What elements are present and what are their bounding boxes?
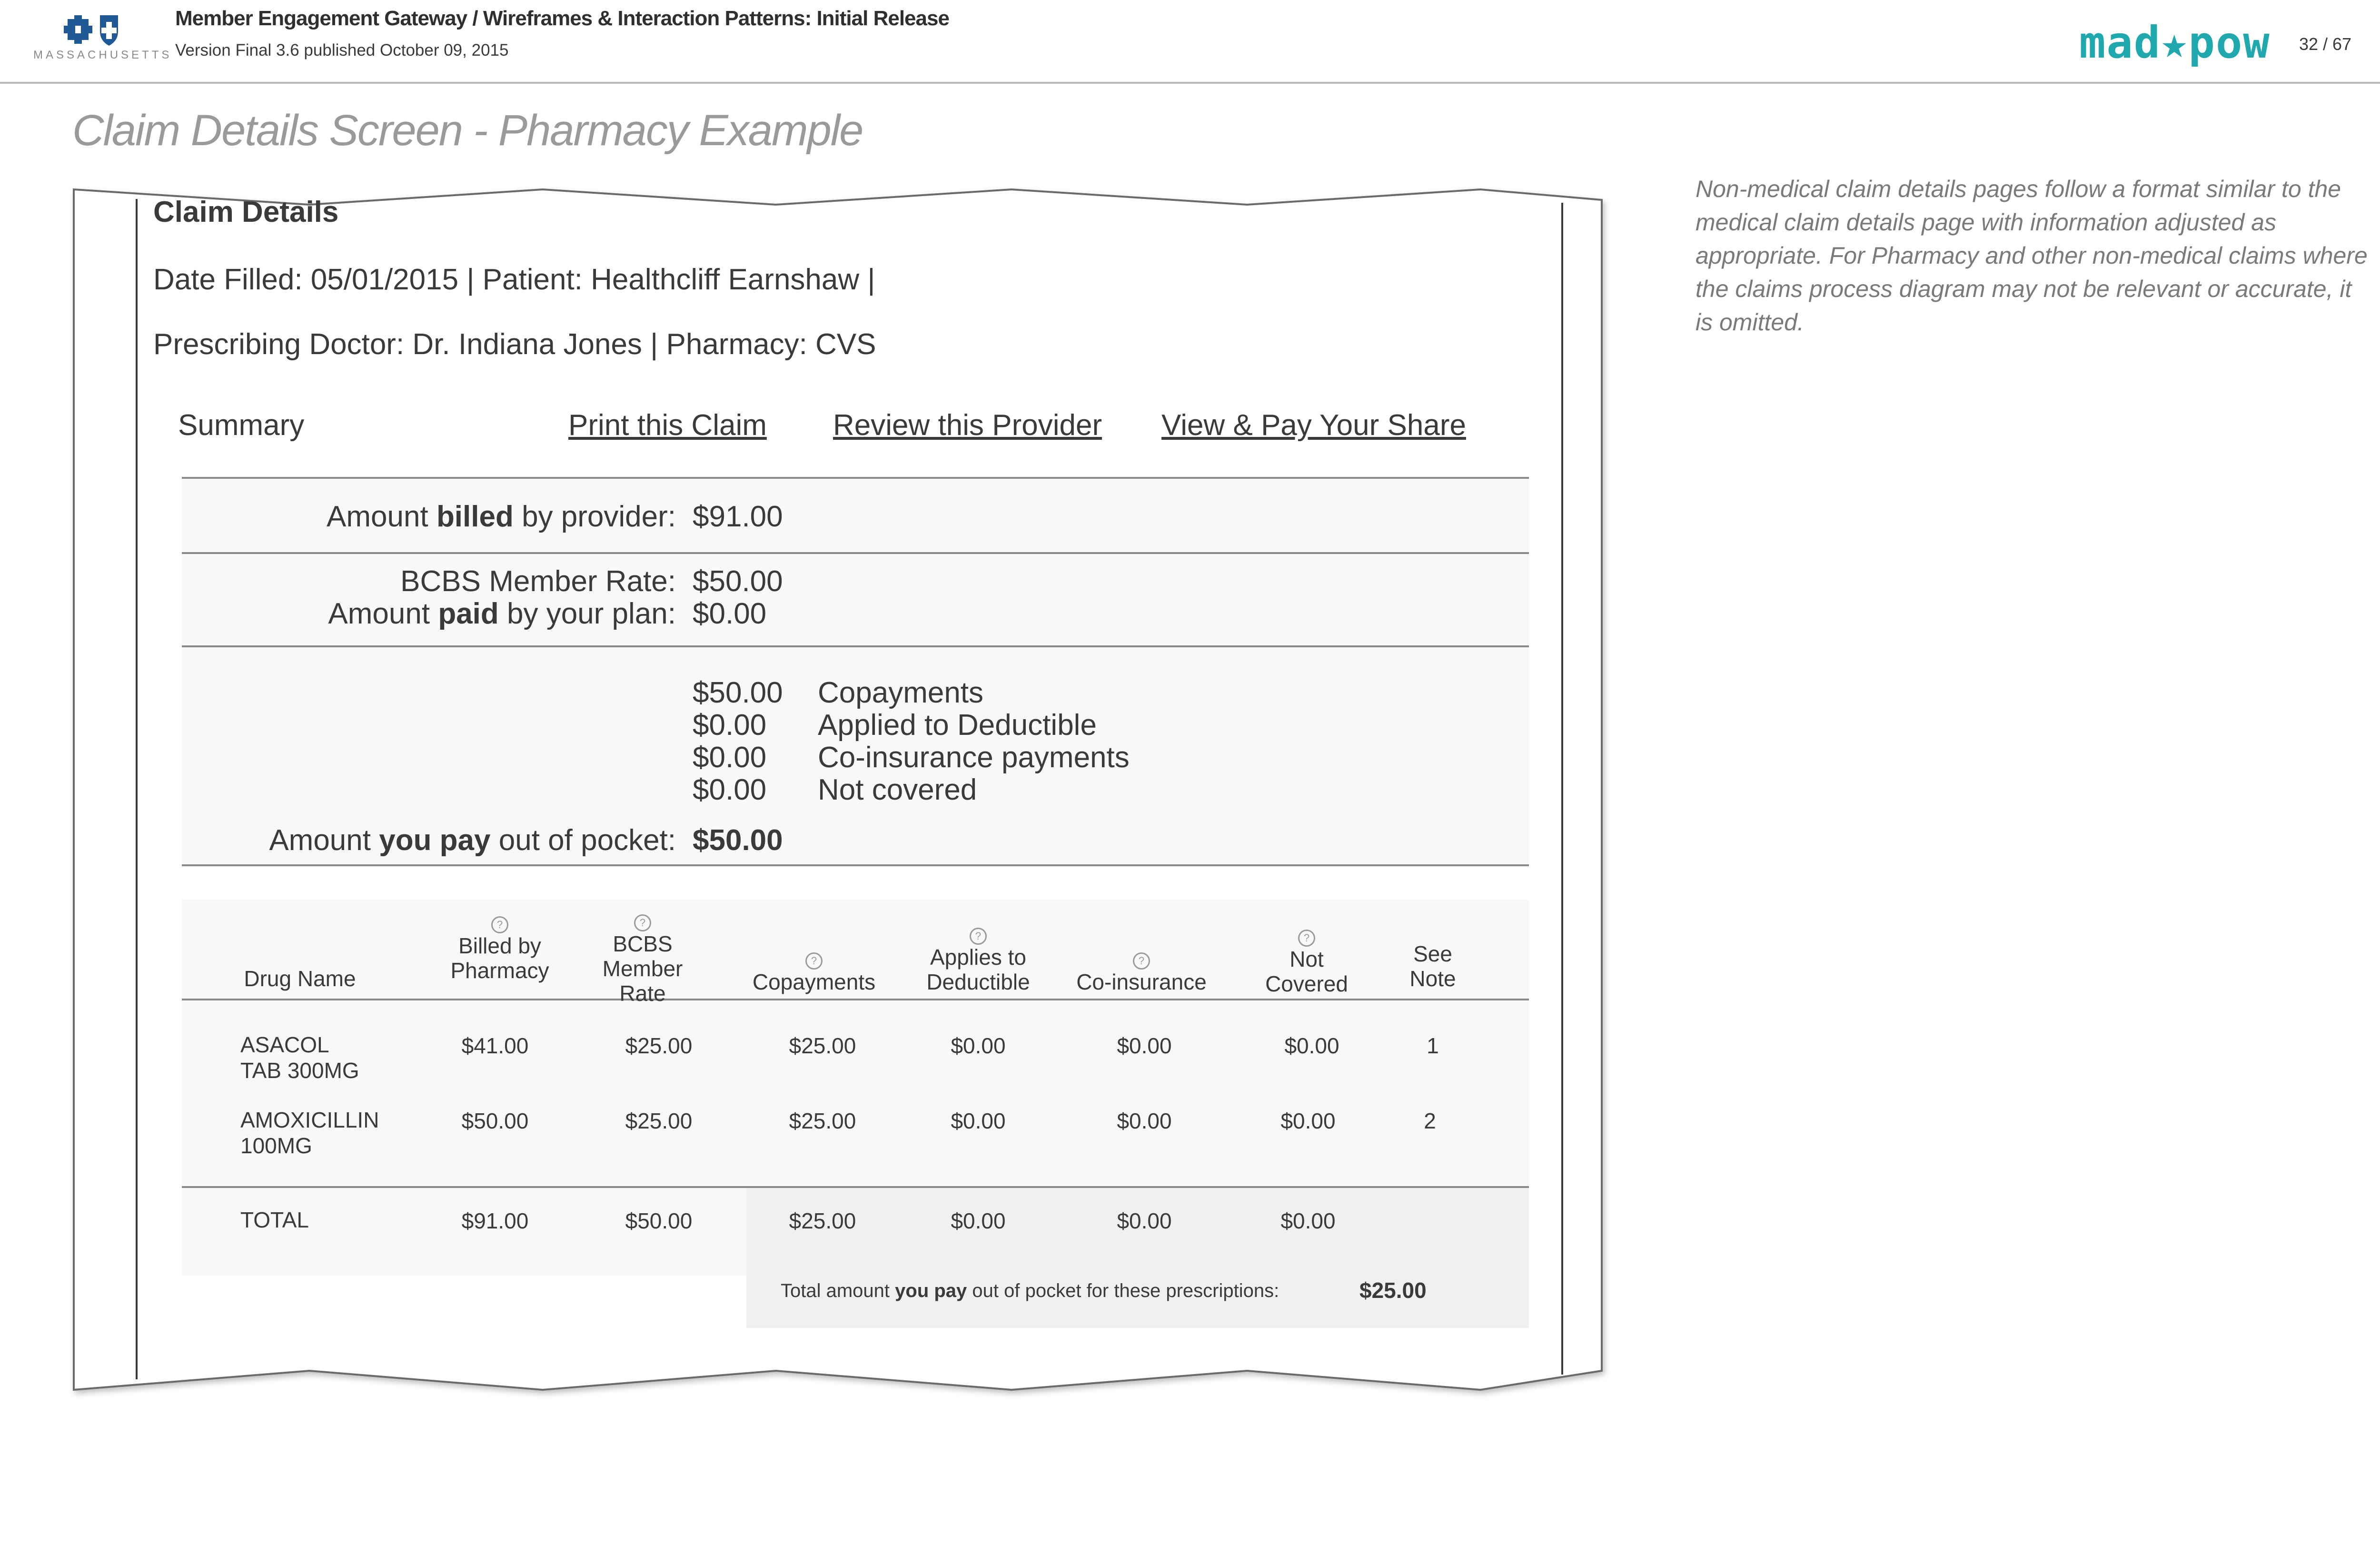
cell-note[interactable]: 1: [1376, 1033, 1490, 1059]
total-oop-label: Total amount you pay out of pocket for t…: [781, 1280, 1279, 1301]
help-icon[interactable]: ?: [491, 916, 508, 933]
cell-coinsurance: $0.00: [1117, 1109, 1172, 1133]
cell-billed: $50.00: [461, 1109, 529, 1133]
claim-meta-line-2: Prescribing Doctor: Dr. Indiana Jones | …: [153, 328, 876, 361]
divider: [182, 864, 1529, 866]
print-claim-link[interactable]: Print this Claim: [568, 408, 767, 442]
claim-meta-line-1: Date Filled: 05/01/2015 | Patient: Healt…: [153, 263, 875, 296]
cell-copay: $25.00: [789, 1109, 856, 1133]
member-rate-label: BCBS Member Rate:: [400, 565, 676, 598]
total-deductible: $0.00: [951, 1208, 1006, 1233]
claim-details-heading: Claim Details: [153, 196, 339, 228]
breakdown-label: Copayments: [818, 676, 984, 709]
help-icon[interactable]: ?: [634, 914, 651, 931]
billed-value: $91.00: [693, 500, 783, 533]
breakdown-value: $0.00: [693, 773, 767, 806]
cell-not-covered: $0.00: [1280, 1109, 1336, 1133]
total-billed: $91.00: [461, 1208, 529, 1233]
cell-deductible: $0.00: [951, 1033, 1006, 1058]
billed-label: Amount billed by provider:: [327, 500, 676, 533]
total-oop-value: $25.00: [1359, 1278, 1427, 1303]
drug-name: ASACOL TAB 300MG: [240, 1032, 359, 1083]
col-see-note: See Note: [1409, 941, 1456, 991]
col-member-rate: ? BCBS Member Rate: [562, 906, 724, 1006]
breakdown-value: $0.00: [693, 741, 767, 774]
cell-deductible: $0.00: [951, 1109, 1006, 1133]
oop-value: $50.00: [693, 824, 783, 857]
cell-note[interactable]: 2: [1373, 1108, 1487, 1134]
breakdown-value: $50.00: [693, 676, 783, 709]
breakdown-label: Applied to Deductible: [818, 709, 1097, 742]
breakdown-label: Co-insurance payments: [818, 741, 1130, 774]
total-copay: $25.00: [789, 1208, 856, 1233]
cell-billed: $41.00: [461, 1033, 529, 1058]
cell-not-covered: $0.00: [1284, 1033, 1339, 1058]
review-provider-link[interactable]: Review this Provider: [833, 408, 1102, 442]
cell-copay: $25.00: [789, 1033, 856, 1058]
col-drug-name: Drug Name: [244, 966, 356, 991]
member-rate-value: $50.00: [693, 565, 783, 598]
cell-rate: $25.00: [625, 1033, 693, 1058]
breakdown-label: Not covered: [818, 773, 977, 806]
col-copayments: ? Copayments: [733, 944, 895, 994]
paid-value: $0.00: [693, 597, 767, 630]
help-icon[interactable]: ?: [1133, 952, 1150, 970]
table-body-bg: [182, 1000, 1529, 1186]
help-icon[interactable]: ?: [970, 928, 987, 945]
total-coinsurance: $0.00: [1117, 1208, 1172, 1233]
breakdown-value: $0.00: [693, 709, 767, 742]
help-icon[interactable]: ?: [805, 952, 823, 970]
oop-label: Amount you pay out of pocket:: [269, 824, 676, 857]
tab-summary[interactable]: Summary: [178, 408, 304, 442]
help-icon[interactable]: ?: [1298, 930, 1315, 947]
col-coinsurance: ? Co-insurance: [1061, 944, 1222, 994]
total-label: TOTAL: [240, 1208, 309, 1232]
total-rate: $50.00: [625, 1208, 693, 1233]
total-not-covered: $0.00: [1280, 1208, 1336, 1233]
cell-coinsurance: $0.00: [1117, 1033, 1172, 1058]
paid-label: Amount paid by your plan:: [328, 597, 676, 630]
col-deductible: ? Applies to Deductible: [897, 920, 1059, 994]
col-billed: ? Billed by Pharmacy: [419, 908, 581, 983]
cell-rate: $25.00: [625, 1109, 693, 1133]
claim-actions: Summary Print this Claim Review this Pro…: [177, 408, 1534, 446]
drug-name: AMOXICILLIN 100MG: [240, 1108, 379, 1158]
view-pay-share-link[interactable]: View & Pay Your Share: [1161, 408, 1466, 442]
